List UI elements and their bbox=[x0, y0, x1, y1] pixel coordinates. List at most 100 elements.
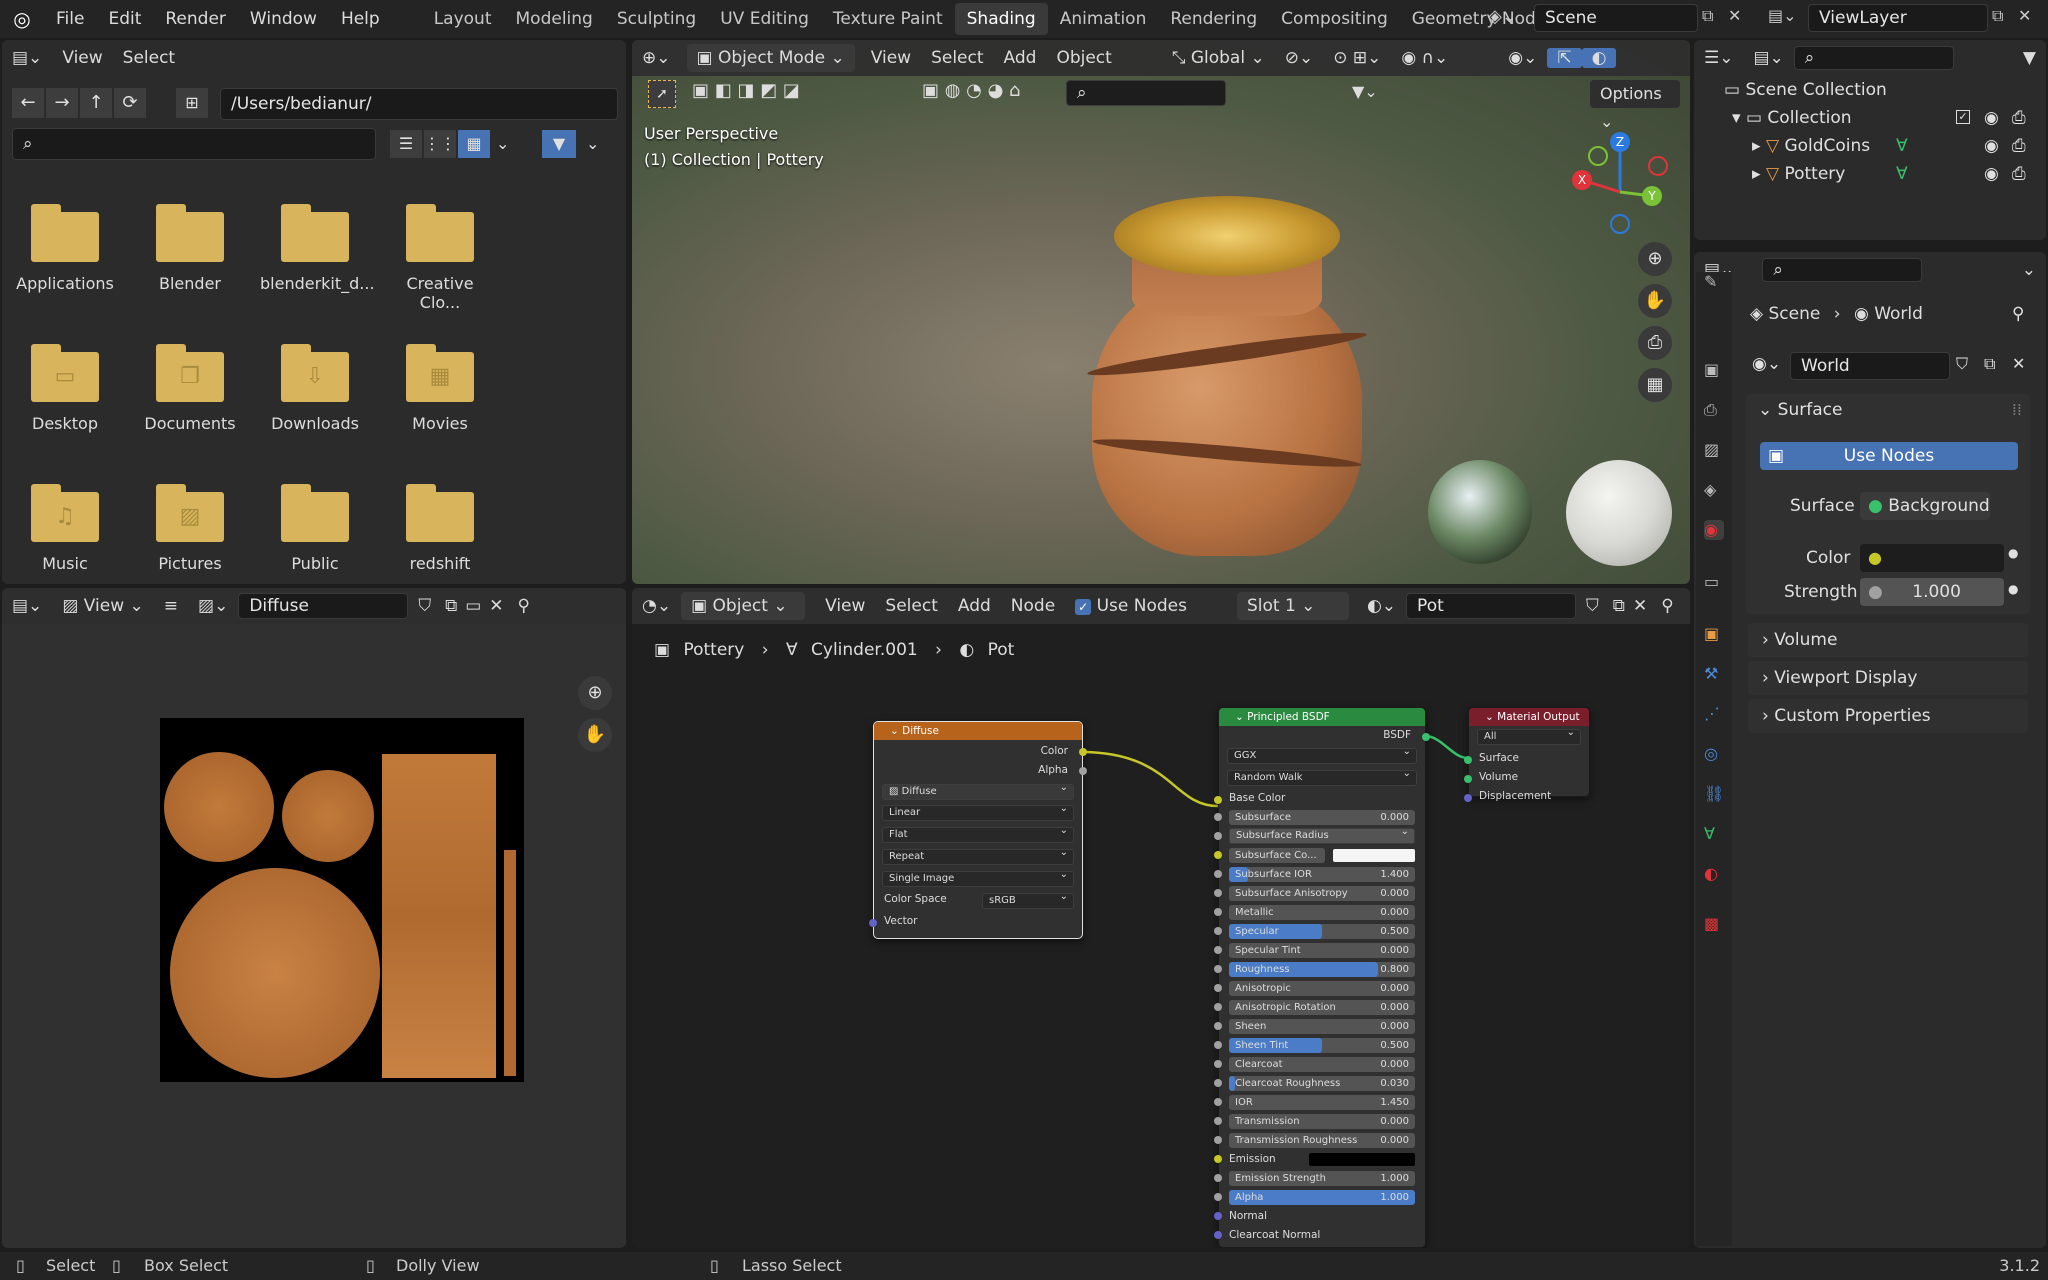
fake-user-icon[interactable]: ⛉ bbox=[408, 596, 441, 616]
mode-dropdown[interactable]: ▣ Object Mode ⌄ bbox=[686, 44, 855, 72]
outliner-collection[interactable]: ▾ ▭ Collection ✓ ◉ ⎙ bbox=[1732, 108, 2038, 128]
blender-logo-icon[interactable]: ◎ bbox=[0, 7, 44, 31]
bsdf-slider[interactable]: Subsurface 0.000 bbox=[1229, 810, 1415, 825]
forward-icon[interactable]: → bbox=[46, 88, 78, 118]
folder-blender[interactable]: Blender bbox=[135, 204, 245, 293]
ortho-grid-icon[interactable]: ▦ bbox=[1638, 368, 1672, 402]
eye-icon[interactable]: ◉ bbox=[1984, 136, 1999, 156]
vp-select-menu[interactable]: Select bbox=[921, 48, 993, 68]
keyframe-icon[interactable]: ● bbox=[2008, 582, 2018, 596]
tab-sculpting[interactable]: Sculpting bbox=[605, 3, 708, 35]
folder-public[interactable]: Public bbox=[260, 484, 370, 573]
3d-viewport[interactable]: ⊕⌄ ▣ Object Mode ⌄ View Select Add Objec… bbox=[632, 40, 1690, 584]
drag-handle-icon[interactable]: ⁞⁞ bbox=[2012, 400, 2022, 419]
use-nodes-button[interactable]: ▣ Use Nodes bbox=[1760, 442, 2018, 470]
socket-input[interactable] bbox=[1214, 908, 1222, 916]
viewport-search-input[interactable]: ⌕ bbox=[1066, 80, 1226, 106]
socket-input[interactable] bbox=[1214, 1193, 1222, 1201]
hamburger-menu-icon[interactable]: ≡ bbox=[154, 596, 188, 616]
new-folder-icon[interactable]: ⊞ bbox=[176, 88, 208, 118]
principled-bsdf-node[interactable]: ⌄ Principled BSDF BSDF GGX Random Walk B… bbox=[1214, 707, 1430, 1248]
scene-icon[interactable]: ◈⌄ bbox=[1488, 6, 1517, 27]
bsdf-slider[interactable]: Emission Strength 1.000 bbox=[1229, 1171, 1415, 1186]
surface-panel-header[interactable]: ⌄ Surface bbox=[1758, 400, 1842, 420]
open-image-icon[interactable]: ▭ bbox=[461, 596, 485, 616]
delete-viewlayer-icon[interactable]: ✕ bbox=[2018, 6, 2031, 25]
vp-view-menu[interactable]: View bbox=[861, 48, 921, 68]
scene-tab-icon[interactable]: ◈ bbox=[1704, 480, 1724, 500]
navigation-gizmo[interactable]: Z X Y bbox=[1568, 130, 1672, 234]
interpolation-dropdown[interactable]: Linear bbox=[882, 802, 1074, 821]
path-field[interactable]: /Users/bedianur/ bbox=[220, 88, 618, 120]
output-tab-icon[interactable]: ⎙ bbox=[1704, 400, 1724, 420]
tab-shading[interactable]: Shading bbox=[954, 3, 1048, 35]
collection-tab-icon[interactable]: ▭ bbox=[1704, 572, 1724, 592]
folder-redshift[interactable]: redshift bbox=[385, 484, 495, 573]
bsdf-slider[interactable]: Sheen Tint 0.500 bbox=[1229, 1038, 1415, 1053]
outliner-item-pottery[interactable]: ▸ ▽ Pottery ∀ ◉ ⎙ bbox=[1752, 164, 2038, 184]
socket-input[interactable] bbox=[1214, 965, 1222, 973]
camera-icon[interactable]: ⎙ bbox=[1638, 326, 1672, 360]
color-field[interactable]: ● bbox=[1860, 544, 2004, 572]
selection-mode-icons[interactable]: ▣ ◧ ◨ ◩ ◪ bbox=[692, 80, 800, 101]
display-mode-icon[interactable]: ▤⌄ bbox=[1743, 48, 1793, 68]
socket-input[interactable] bbox=[1214, 1003, 1222, 1011]
socket-input[interactable] bbox=[1214, 927, 1222, 935]
eye-icon[interactable]: ◉ bbox=[1984, 108, 1999, 128]
gizmo-toggle-icon[interactable]: ⇱ bbox=[1547, 48, 1582, 68]
socket-input[interactable] bbox=[1214, 1136, 1222, 1144]
socket-input[interactable] bbox=[1214, 1155, 1222, 1163]
eye-icon[interactable]: ◉ bbox=[1984, 164, 1999, 184]
material-tab-icon[interactable]: ◐ bbox=[1704, 864, 1724, 884]
socket-input[interactable] bbox=[1214, 1174, 1222, 1182]
tab-uv-editing[interactable]: UV Editing bbox=[708, 3, 821, 35]
new-scene-icon[interactable]: ⧉ bbox=[1702, 6, 1713, 26]
visibility-icon[interactable]: ◉⌄ bbox=[1498, 48, 1547, 68]
outliner-search-input[interactable]: ⌕ bbox=[1793, 46, 1954, 70]
chevron-down-icon[interactable]: ⌄ bbox=[2012, 260, 2046, 280]
distribution-dropdown[interactable]: GGX bbox=[1227, 745, 1417, 764]
outliner-scene-collection[interactable]: ▭ Scene Collection bbox=[1724, 80, 1887, 100]
refresh-icon[interactable]: ⟳ bbox=[114, 88, 146, 118]
select-tool-icon[interactable]: ➚ bbox=[648, 80, 676, 108]
socket-input[interactable] bbox=[1214, 1231, 1222, 1239]
color-space-dropdown[interactable]: sRGB bbox=[982, 890, 1074, 909]
bsdf-slider[interactable]: Sheen 0.000 bbox=[1229, 1019, 1415, 1034]
object-tab-icon[interactable]: ▣ bbox=[1704, 624, 1724, 644]
socket-base-color[interactable] bbox=[1214, 796, 1222, 804]
bsdf-slider[interactable]: Subsurface Anisotropy 0.000 bbox=[1229, 886, 1415, 901]
folder-documents[interactable]: ❐ Documents bbox=[135, 344, 245, 433]
socket-input[interactable] bbox=[1214, 851, 1222, 859]
image-editor[interactable]: ▤⌄ ▨ View ⌄ ≡ ▨⌄ Diffuse ⛉ ⧉ ▭ ✕ ⚲ ⊕ ✋ bbox=[2, 588, 626, 1248]
fb-view-menu[interactable]: View bbox=[52, 48, 112, 68]
projection-dropdown[interactable]: Flat bbox=[882, 824, 1074, 843]
target-dropdown[interactable]: All bbox=[1477, 726, 1581, 745]
folder-applications[interactable]: Applications bbox=[10, 204, 120, 293]
folder-blenderkit[interactable]: blenderkit_d... bbox=[260, 204, 375, 293]
keyframe-icon[interactable]: ● bbox=[2008, 546, 2018, 560]
subsurface-method-dropdown[interactable]: Random Walk bbox=[1227, 767, 1417, 786]
material-output-node[interactable]: ⌄ Material Output All Surface Volume Dis… bbox=[1464, 707, 1590, 802]
image-selector[interactable]: ▨ Diffuse bbox=[882, 781, 1074, 800]
new-image-icon[interactable]: ⧉ bbox=[441, 596, 461, 616]
render-tab-icon[interactable]: ▣ bbox=[1704, 360, 1724, 380]
socket-vector[interactable] bbox=[869, 919, 877, 927]
constraints-tab-icon[interactable]: ⛓ bbox=[1704, 784, 1724, 804]
bsdf-slider[interactable]: Transmission Roughness 0.000 bbox=[1229, 1133, 1415, 1148]
folder-movies[interactable]: ▦ Movies bbox=[385, 344, 495, 433]
grid-view-icon[interactable]: ▦ bbox=[458, 130, 490, 158]
modifier-tab-icon[interactable]: ⚒ bbox=[1704, 664, 1724, 684]
editor-type-icon[interactable]: ☰⌄ bbox=[1694, 48, 1743, 68]
socket-input[interactable] bbox=[1214, 870, 1222, 878]
world-browse-icon[interactable]: ◉⌄ bbox=[1752, 354, 1781, 374]
fb-search-input[interactable]: ⌕ bbox=[12, 128, 376, 160]
expand-icon[interactable]: ▾ bbox=[1732, 108, 1741, 128]
bsdf-slider[interactable]: Specular Tint 0.000 bbox=[1229, 943, 1415, 958]
menu-help[interactable]: Help bbox=[329, 9, 392, 29]
socket-input[interactable] bbox=[1214, 984, 1222, 992]
bsdf-slider[interactable]: Metallic 0.000 bbox=[1229, 905, 1415, 920]
bsdf-slider[interactable]: Transmission 0.000 bbox=[1229, 1114, 1415, 1129]
bsdf-slider[interactable]: Specular 0.500 bbox=[1229, 924, 1415, 939]
bsdf-slider[interactable]: Anisotropic 0.000 bbox=[1229, 981, 1415, 996]
folder-downloads[interactable]: ⇩ Downloads bbox=[260, 344, 370, 433]
